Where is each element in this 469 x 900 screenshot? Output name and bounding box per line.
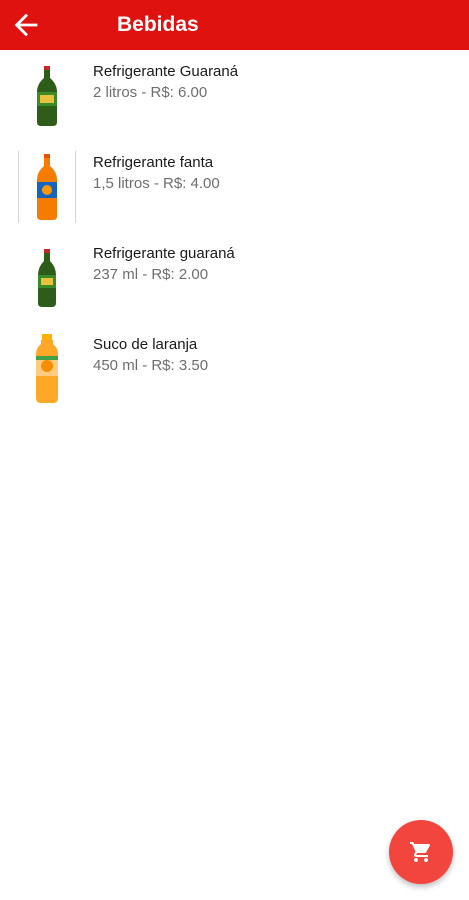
orange-soda-bottle-icon xyxy=(37,154,57,220)
product-name: Suco de laranja xyxy=(93,336,198,353)
product-name: Refrigerante guaraná xyxy=(93,245,235,262)
small-green-soda-bottle-icon xyxy=(38,249,56,307)
product-list: Refrigerante Guaraná 2 litros - R$: 6.00… xyxy=(0,50,469,414)
cart-button[interactable] xyxy=(389,820,453,884)
cart-icon xyxy=(410,842,431,862)
product-name: Refrigerante Guaraná xyxy=(93,63,239,80)
product-detail: 1,5 litros - R$: 4.00 xyxy=(93,175,220,192)
list-item[interactable]: Refrigerante Guaraná 2 litros - R$: 6.00 xyxy=(0,50,469,141)
orange-juice-bottle-icon xyxy=(36,334,58,403)
product-image xyxy=(18,242,76,314)
list-item[interactable]: Suco de laranja 450 ml - R$: 3.50 xyxy=(0,323,469,414)
list-item[interactable]: Refrigerante guaraná 237 ml - R$: 2.00 xyxy=(0,232,469,323)
product-detail: 237 ml - R$: 2.00 xyxy=(93,266,209,283)
product-image xyxy=(18,60,76,132)
product-detail: 2 litros - R$: 6.00 xyxy=(93,84,208,101)
list-item[interactable]: Refrigerante fanta 1,5 litros - R$: 4.00 xyxy=(0,141,469,232)
product-image xyxy=(18,333,76,405)
page-title: Bebidas xyxy=(117,13,199,36)
product-detail: 450 ml - R$: 3.50 xyxy=(93,357,209,374)
app-bar: Bebidas xyxy=(0,0,469,50)
product-name: Refrigerante fanta xyxy=(93,154,214,171)
back-button[interactable] xyxy=(6,6,46,44)
arrow-back-icon xyxy=(14,13,38,37)
product-image xyxy=(18,151,76,223)
green-soda-bottle-icon xyxy=(37,66,57,126)
